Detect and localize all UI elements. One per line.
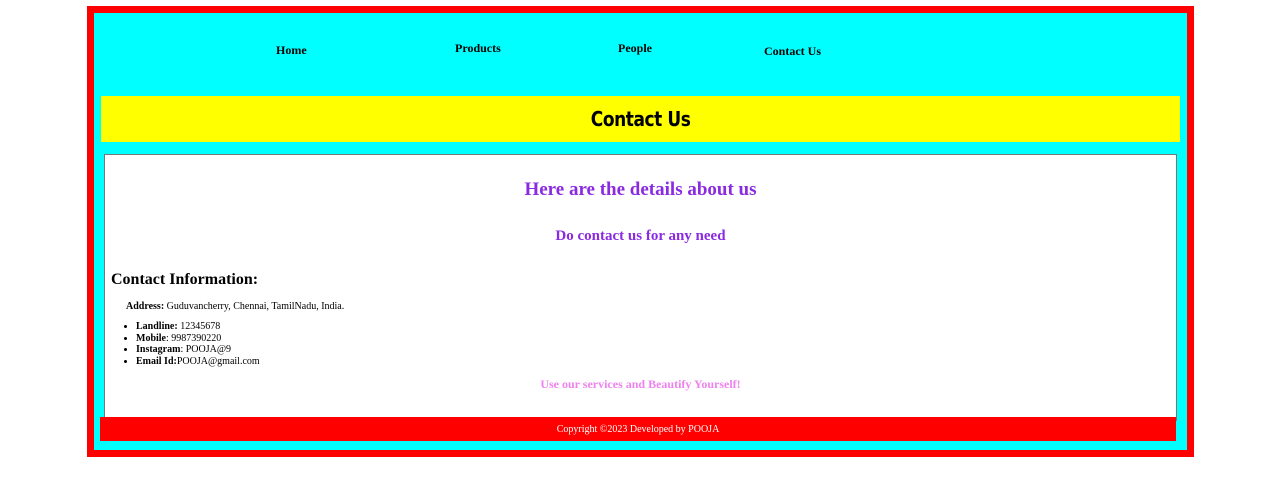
nav-link-people[interactable]: People	[618, 41, 652, 56]
contact-list: Landline: 12345678 Mobile: 9987390220 In…	[126, 321, 260, 367]
page-container: Home Products People Contact Us Contact …	[94, 13, 1187, 450]
landline-value: 12345678	[177, 321, 221, 332]
content-panel: Here are the details about us Do contact…	[104, 154, 1177, 421]
list-item: Mobile: 9987390220	[136, 333, 260, 345]
email-value: POOJA@gmail.com	[176, 355, 260, 367]
mobile-value: : 9987390220	[166, 332, 222, 344]
footer: Copyright ©2023 Developed by POOJA	[100, 417, 1176, 441]
copyright-text: Copyright ©2023 Developed by POOJA	[556, 423, 720, 435]
nav-link-home[interactable]: Home	[276, 43, 307, 58]
address-label: Address:	[126, 301, 165, 312]
instagram-value: : POOJA@9	[180, 344, 232, 355]
list-item: Email Id:POOJA@gmail.com	[136, 356, 260, 368]
page-frame: Home Products People Contact Us Contact …	[87, 6, 1194, 457]
address-line: Address: Guduvancherry, Chennai, TamilNa…	[126, 301, 344, 312]
page-title: Contact Us	[590, 107, 691, 131]
details-heading: Here are the details about us	[524, 179, 757, 200]
contact-info-title: Contact Information:	[111, 271, 259, 288]
mobile-label: Mobile	[136, 332, 166, 344]
contact-subheading: Do contact us for any need	[555, 228, 726, 244]
page-banner: Contact Us	[101, 96, 1180, 142]
nav-link-products[interactable]: Products	[455, 41, 501, 56]
landline-label: Landline:	[136, 321, 178, 332]
tagline: Use our services and Beautify Yourself!	[540, 377, 741, 391]
address-value: Guduvancherry, Chennai, TamilNadu, India…	[166, 301, 345, 312]
list-item: Landline: 12345678	[136, 321, 260, 333]
nav-link-contact-us[interactable]: Contact Us	[764, 44, 821, 59]
instagram-label: Instagram	[136, 344, 181, 355]
email-label: Email Id:	[136, 355, 177, 367]
list-item: Instagram: POOJA@9	[136, 344, 260, 356]
